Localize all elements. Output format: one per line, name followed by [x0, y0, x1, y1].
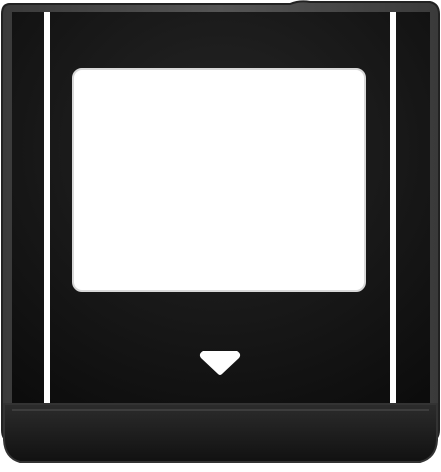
game-cartridge — [0, 0, 440, 463]
cartridge-view — [0, 0, 441, 472]
left-stripe — [44, 12, 50, 404]
right-stripe — [390, 12, 396, 404]
label-area — [72, 68, 366, 292]
cartridge-grip — [3, 403, 438, 463]
